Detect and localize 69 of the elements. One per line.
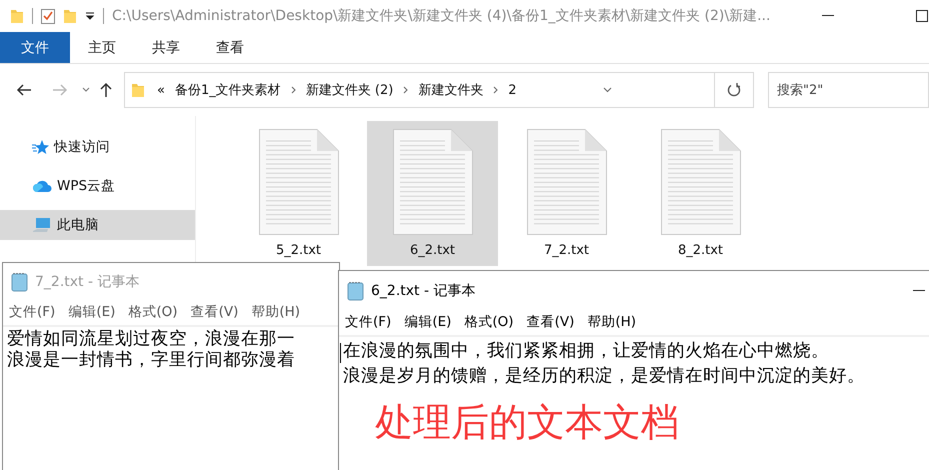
menu-item[interactable]: 文件(F) — [9, 303, 56, 321]
chevron-right-icon — [290, 86, 296, 94]
checklist-icon — [41, 8, 55, 24]
text-cursor — [340, 343, 341, 363]
path-title: C:\Users\Administrator\Desktop\新建文件夹\新建文件夹 (4)\备份1_文件夹素材\新建文件夹 (2)\新建... — [112, 7, 770, 25]
sidebar-label: WPS云盘 — [57, 177, 116, 195]
notepad-icon — [347, 281, 365, 301]
menu-item[interactable]: 格式(O) — [464, 313, 514, 331]
window-title: 7_2.txt - 记事本 — [35, 273, 140, 291]
folder-icon — [10, 8, 24, 24]
ribbon-tab[interactable]: 主页 — [70, 32, 134, 63]
file-name: 7_2.txt — [544, 243, 590, 258]
chevron-right-icon — [493, 86, 498, 94]
sidebar-item[interactable]: 快速访问 — [0, 132, 195, 162]
text-file-icon — [258, 129, 338, 235]
address-bar[interactable]: « 备份1_文件夹素材 新建文件夹 (2) 新建文件夹 2 — [124, 72, 754, 108]
breadcrumb-item[interactable]: 新建文件夹 (2) — [306, 81, 394, 99]
cloud-icon — [32, 179, 52, 193]
star-icon — [32, 139, 49, 155]
back-icon[interactable] — [16, 84, 32, 96]
text-line: 爱情如同流星划过夜空，浪漫在那一 — [7, 329, 295, 350]
notepad-icon — [11, 272, 29, 292]
sidebar-label: 快速访问 — [54, 138, 110, 156]
search-field[interactable]: 搜索"2" — [768, 72, 929, 108]
folder-icon — [131, 82, 145, 98]
menu-item[interactable]: 编辑(E) — [404, 313, 452, 331]
chevron-down-icon[interactable] — [82, 87, 90, 93]
text-file-icon — [392, 129, 472, 235]
sidebar-label: 此电脑 — [57, 216, 99, 234]
ribbon-tab[interactable]: 文件 — [0, 32, 70, 63]
chevron-right-icon — [403, 86, 408, 94]
dropdown-icon[interactable] — [85, 12, 95, 20]
menu-item[interactable]: 帮助(H) — [251, 303, 300, 321]
file-name: 6_2.txt — [410, 243, 456, 258]
breadcrumb-item[interactable]: 新建文件夹 — [418, 81, 484, 99]
file-item[interactable]: 7_2.txt — [501, 121, 632, 266]
text-line: 在浪漫的氛围中，我们紧紧相拥，让爱情的火焰在心中燃烧。 — [343, 340, 829, 363]
refresh-icon — [726, 83, 741, 97]
menu-item[interactable]: 文件(F) — [345, 313, 392, 331]
breadcrumb-item[interactable]: 2 — [508, 82, 517, 98]
breadcrumb-overflow[interactable]: « — [157, 82, 165, 98]
window-title: 6_2.txt - 记事本 — [371, 282, 476, 300]
file-item[interactable]: 6_2.txt — [367, 121, 498, 266]
minimize-icon[interactable] — [822, 15, 834, 17]
folder-icon — [63, 8, 77, 24]
computer-icon — [32, 217, 52, 233]
ribbon-tab[interactable]: 共享 — [134, 32, 198, 63]
menu-item[interactable]: 帮助(H) — [587, 313, 636, 331]
text-file-icon — [660, 129, 740, 235]
menu-item[interactable]: 查看(V) — [526, 313, 574, 331]
breadcrumb-item[interactable]: 备份1_文件夹素材 — [174, 81, 281, 99]
sidebar-item[interactable]: WPS云盘 — [0, 171, 195, 201]
file-name: 8_2.txt — [678, 243, 724, 258]
chevron-down-icon[interactable] — [602, 87, 612, 93]
text-line: 浪漫是一封情书，字里行间都弥漫着 — [7, 350, 295, 371]
file-item[interactable]: 5_2.txt — [233, 121, 364, 266]
maximize-icon[interactable] — [916, 10, 928, 22]
minimize-icon[interactable] — [913, 290, 925, 292]
menu-item[interactable]: 查看(V) — [190, 303, 238, 321]
text-line: 浪漫是岁月的馈赠，是经历的积淀，是爱情在时间中沉淀的美好。 — [343, 365, 865, 388]
caption-annotation: 处理后的文本文档 — [375, 399, 679, 446]
menu-item[interactable]: 编辑(E) — [68, 303, 116, 321]
file-name: 5_2.txt — [276, 243, 322, 258]
ribbon-tab[interactable]: 查看 — [198, 32, 262, 63]
sidebar-item[interactable]: 此电脑 — [0, 210, 195, 240]
text-file-icon — [526, 129, 606, 235]
up-icon[interactable] — [100, 82, 112, 98]
file-item[interactable]: 8_2.txt — [635, 121, 766, 266]
menu-item[interactable]: 格式(O) — [128, 303, 178, 321]
